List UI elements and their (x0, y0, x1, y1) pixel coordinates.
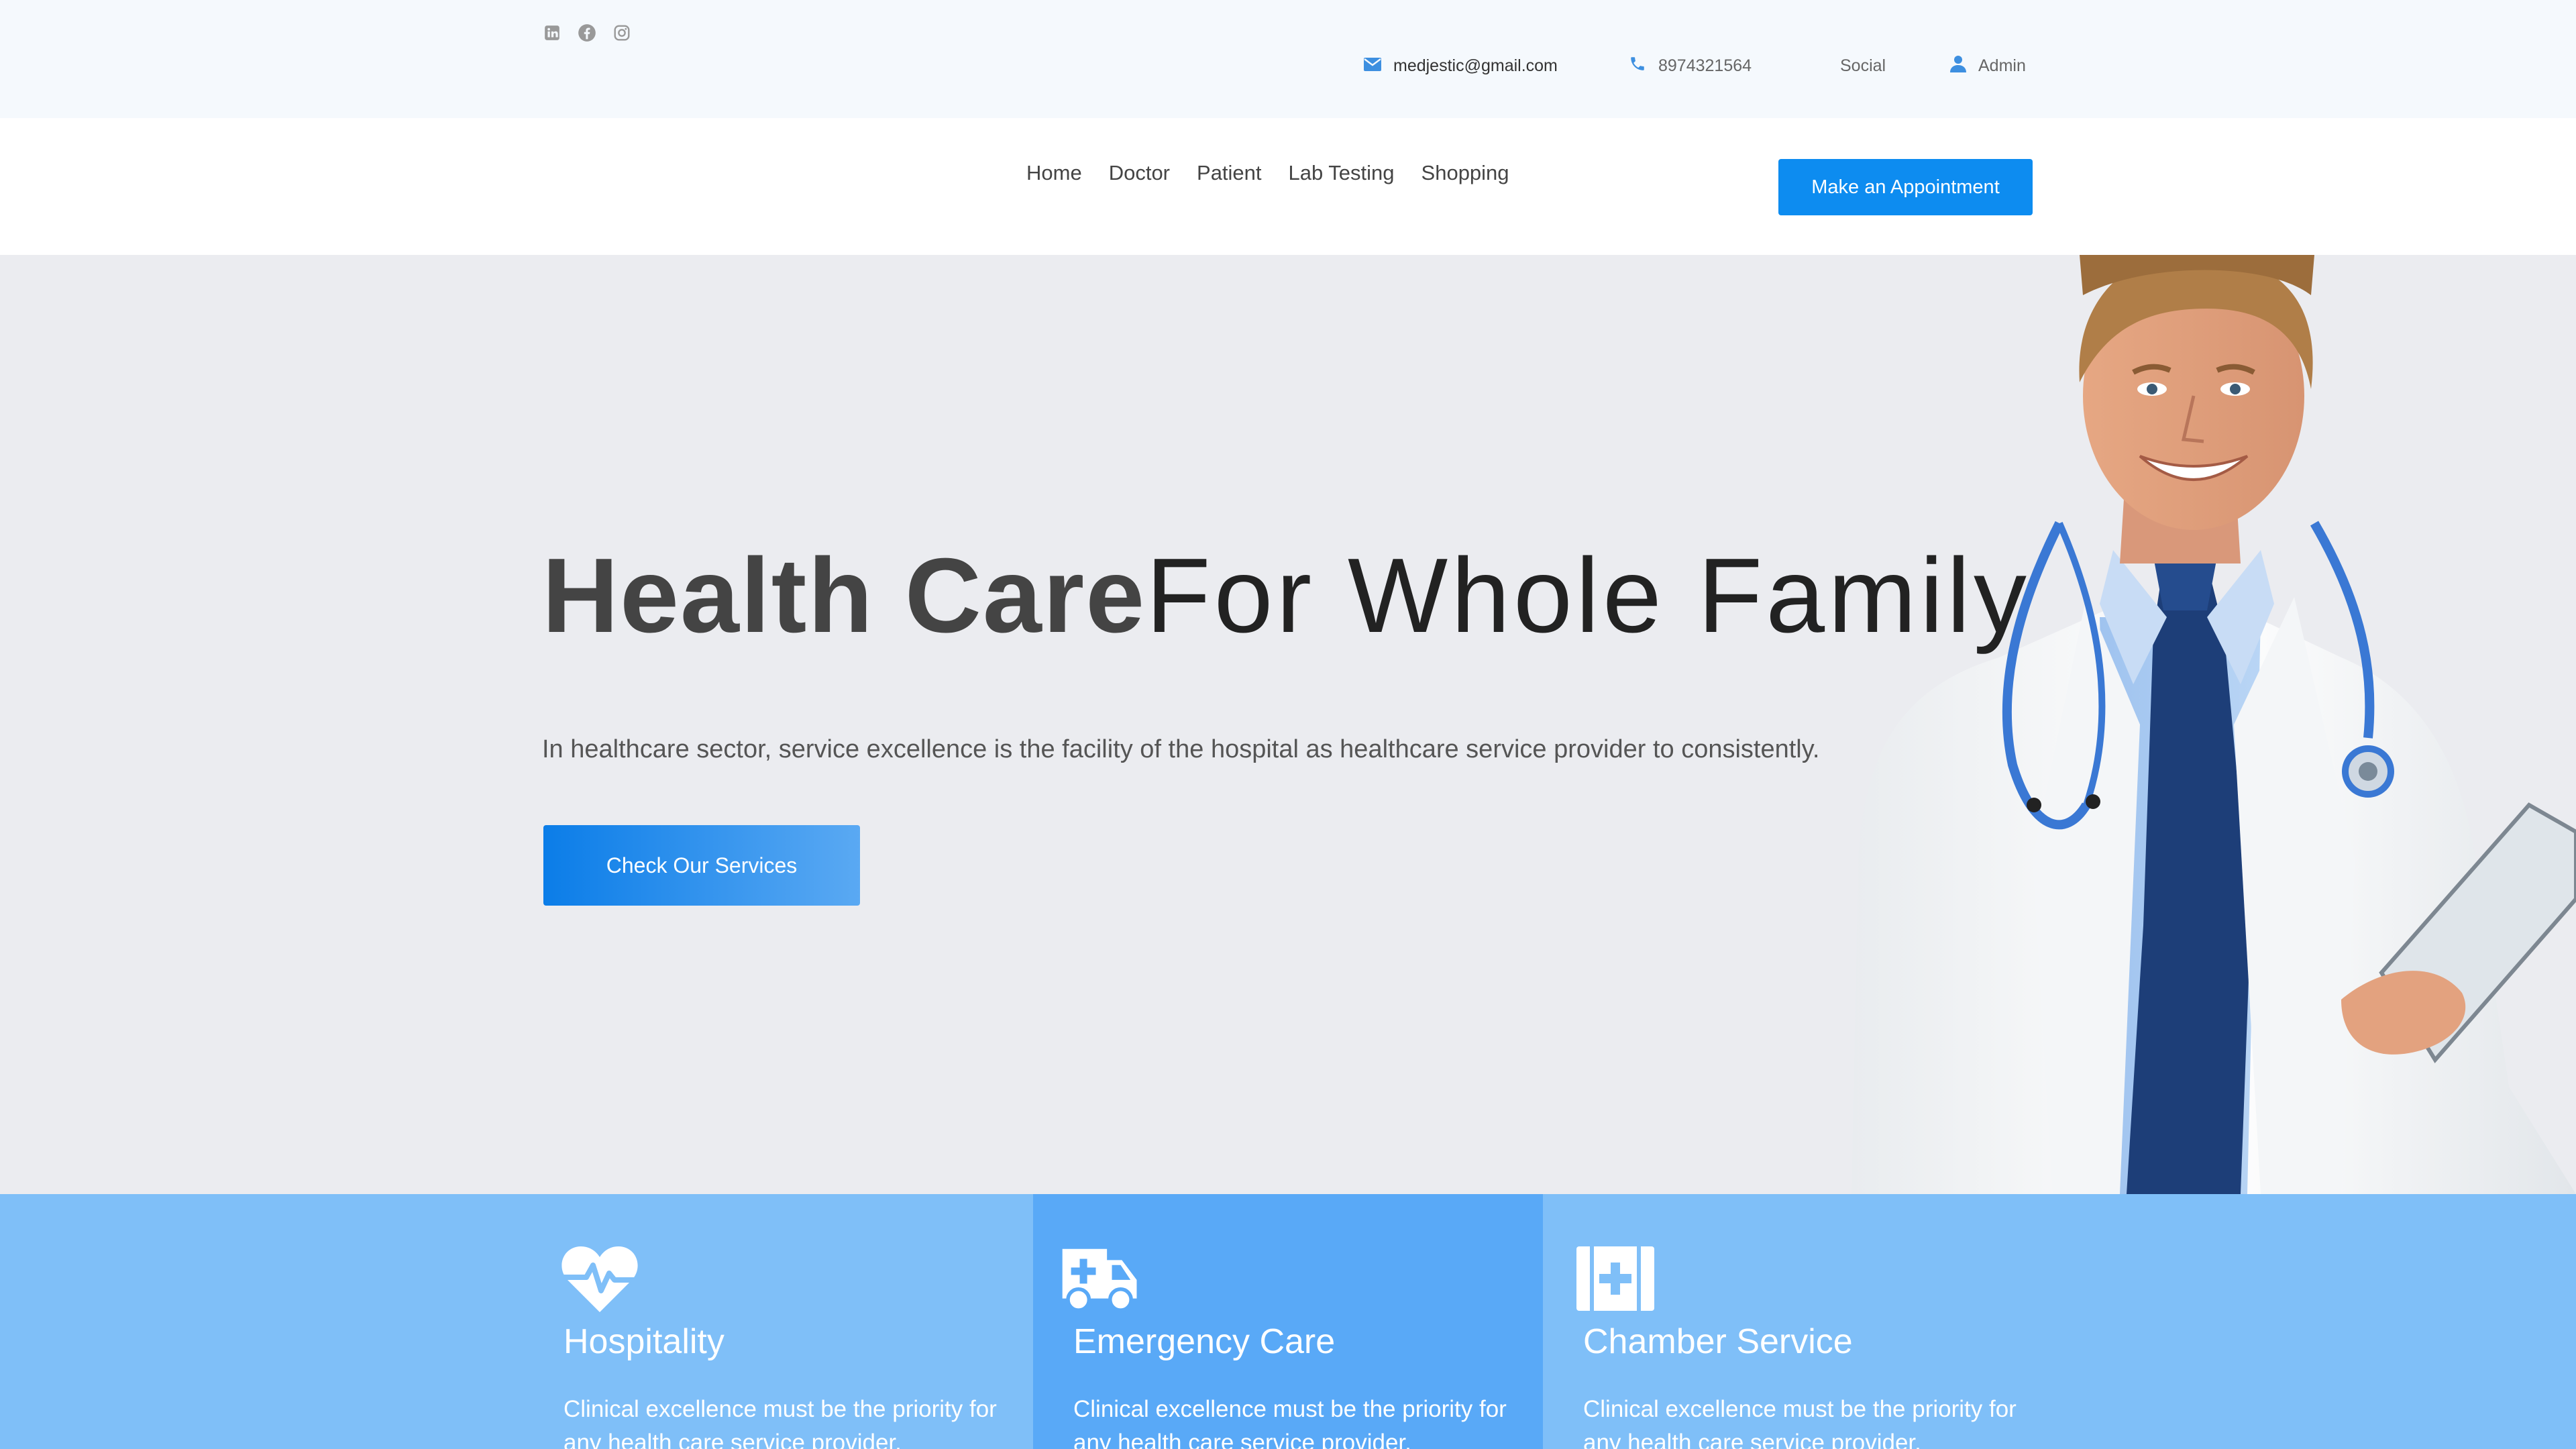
medical-kit-icon (1576, 1246, 1654, 1311)
facebook-icon[interactable] (577, 23, 597, 43)
feature-card-hospitality: Hospitality Clinical excellence must be … (543, 1194, 1053, 1449)
nav-item-doctor[interactable]: Doctor (1109, 160, 1170, 186)
check-services-button[interactable]: Check Our Services (543, 825, 860, 906)
instagram-icon[interactable] (612, 23, 632, 43)
user-icon (1950, 55, 1966, 77)
nav-item-patient[interactable]: Patient (1197, 160, 1262, 186)
social-links (542, 23, 632, 43)
nav-item-home[interactable]: Home (1026, 160, 1082, 186)
phone-icon (1629, 55, 1646, 77)
ambulance-icon (1062, 1248, 1137, 1312)
social-link[interactable]: Social (1840, 52, 1886, 79)
feature-text: Clinical excellence must be the priority… (564, 1396, 997, 1449)
top-bar: medjestic@gmail.com 8974321564 Social Ad… (0, 0, 2576, 118)
hero-subtitle: In healthcare sector, service excellence… (542, 735, 1820, 763)
admin-link[interactable]: Admin (1950, 52, 2026, 79)
features-section: Hospitality Clinical excellence must be … (0, 1194, 2576, 1449)
feature-card-chamber-service: Chamber Service Clinical excellence must… (1543, 1194, 2053, 1449)
main-navbar: Home Doctor Patient Lab Testing Shopping… (0, 118, 2576, 255)
hero-title: Health CareFor Whole Family (542, 535, 2030, 657)
feature-card-emergency-care: Emergency Care Clinical excellence must … (1033, 1194, 1543, 1449)
feature-text: Clinical excellence must be the priority… (1583, 1396, 2017, 1449)
email-text: medjestic@gmail.com (1393, 56, 1558, 75)
envelope-icon (1364, 56, 1381, 76)
hero-title-bold: Health Care (542, 537, 1146, 655)
feature-title: Hospitality (564, 1322, 724, 1361)
phone-text: 8974321564 (1658, 56, 1752, 75)
contact-email[interactable]: medjestic@gmail.com (1364, 52, 1558, 79)
admin-text: Admin (1978, 56, 2026, 75)
main-nav: Home Doctor Patient Lab Testing Shopping (1026, 160, 1509, 186)
doctor-image (1851, 255, 2576, 1194)
feature-text: Clinical excellence must be the priority… (1073, 1396, 1507, 1449)
contact-phone[interactable]: 8974321564 (1629, 52, 1752, 79)
make-appointment-button[interactable]: Make an Appointment (1778, 159, 2033, 215)
social-text: Social (1840, 56, 1886, 75)
feature-title: Emergency Care (1073, 1322, 1336, 1361)
feature-title: Chamber Service (1583, 1322, 1853, 1361)
nav-item-shopping[interactable]: Shopping (1421, 160, 1509, 186)
hero-section: Health CareFor Whole Family In healthcar… (0, 255, 2576, 1194)
linkedin-icon[interactable] (542, 23, 562, 43)
nav-item-lab-testing[interactable]: Lab Testing (1289, 160, 1395, 186)
heartbeat-icon (561, 1246, 638, 1312)
